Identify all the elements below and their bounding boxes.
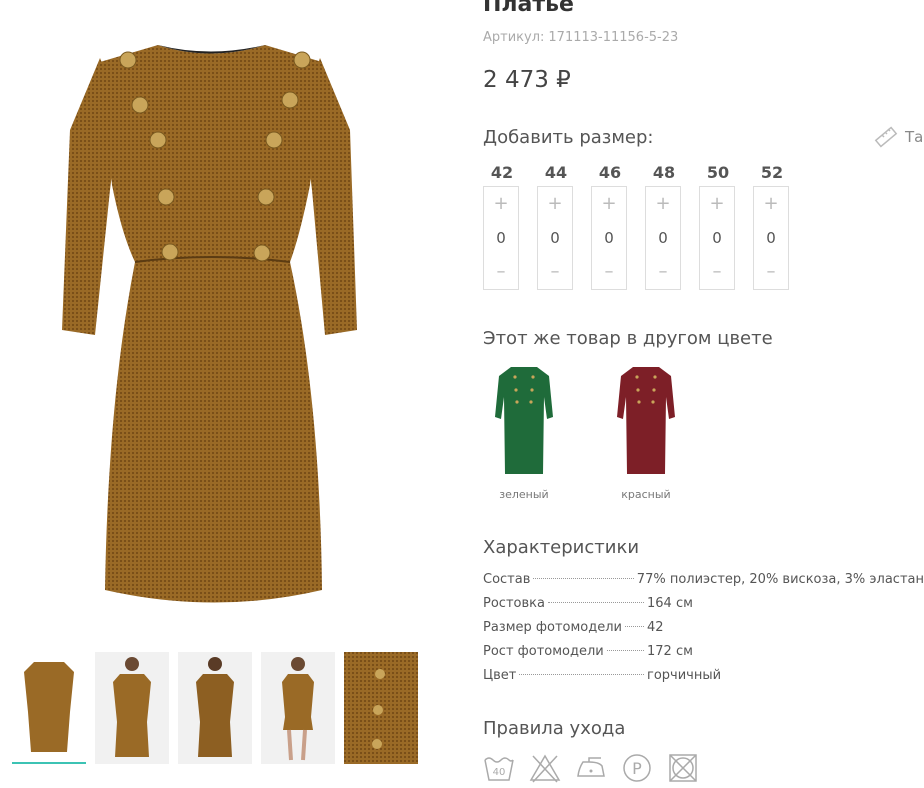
sku-label: Артикул: xyxy=(483,30,545,45)
characteristic-value: 164 см xyxy=(647,596,693,611)
characteristic-key: Состав xyxy=(483,572,531,587)
dress-illustration xyxy=(62,45,357,603)
dryclean-letter: P xyxy=(632,759,642,778)
green-dress-image xyxy=(495,367,553,474)
quantity-stepper: + 0 – xyxy=(753,186,789,290)
characteristic-row: Состав 77% полиэстер, 20% вискоза, 3% эл… xyxy=(483,570,924,594)
quantity-stepper: + 0 – xyxy=(537,186,573,290)
decrease-button[interactable]: – xyxy=(700,259,734,285)
size-52: 52 + 0 – xyxy=(753,162,791,290)
dry-clean-p-icon: P xyxy=(623,754,651,782)
increase-button[interactable]: + xyxy=(646,191,680,217)
increase-button[interactable]: + xyxy=(592,191,626,217)
color-name: зеленый xyxy=(499,488,549,501)
leader-dots xyxy=(625,626,644,627)
main-product-image[interactable] xyxy=(0,0,428,640)
product-title: Платье xyxy=(483,0,574,17)
characteristic-row: Размер фотомодели 42 xyxy=(483,618,924,642)
characteristic-value: 77% полиэстер, 20% вискоза, 3% эластан xyxy=(636,572,924,587)
characteristic-key: Ростовка xyxy=(483,596,545,611)
increase-button[interactable]: + xyxy=(484,191,518,217)
product-sku: Артикул: 171113-11156-5-23 xyxy=(483,30,678,45)
characteristic-row: Рост фотомодели 172 см xyxy=(483,642,924,666)
color-variant-green[interactable]: зеленый xyxy=(483,362,565,501)
increase-button[interactable]: + xyxy=(538,191,572,217)
size-selector: 42 + 0 – 44 + 0 – 46 + 0 – 48 + 0 – 50 +… xyxy=(483,162,791,290)
characteristic-value: горчичный xyxy=(647,668,722,683)
thumbnail-5[interactable] xyxy=(344,652,418,764)
decrease-button[interactable]: – xyxy=(538,259,572,285)
size-label: 46 xyxy=(598,163,622,182)
wash-40-icon: 40 xyxy=(484,757,514,781)
other-colors-list: зеленый красный xyxy=(483,362,687,501)
quantity-value[interactable]: 0 xyxy=(604,229,614,247)
thumbnail-1[interactable] xyxy=(12,652,86,764)
quantity-stepper: + 0 – xyxy=(699,186,735,290)
iron-low-icon xyxy=(577,757,605,777)
size-table-label: Та xyxy=(905,128,924,146)
size-label: 48 xyxy=(652,163,676,182)
increase-button[interactable]: + xyxy=(700,191,734,217)
care-icons: 40 P xyxy=(483,752,699,784)
red-dress-image xyxy=(617,367,675,474)
leader-dots xyxy=(519,674,644,675)
size-label: 42 xyxy=(490,163,514,182)
characteristic-key: Цвет xyxy=(483,668,517,683)
leader-dots xyxy=(606,650,644,651)
size-label: 50 xyxy=(706,163,730,182)
size-44: 44 + 0 – xyxy=(537,162,575,290)
color-name: красный xyxy=(621,488,671,501)
quantity-value[interactable]: 0 xyxy=(712,229,722,247)
product-price: 2 473 ₽ xyxy=(483,67,571,93)
size-46: 46 + 0 – xyxy=(591,162,629,290)
characteristics-heading: Характеристики xyxy=(483,537,640,558)
other-colors-heading: Этот же товар в другом цвете xyxy=(483,328,773,349)
quantity-value[interactable]: 0 xyxy=(766,229,776,247)
sku-value: 171113-11156-5-23 xyxy=(548,30,679,45)
no-tumble-dry-icon xyxy=(669,754,697,782)
wash-temp: 40 xyxy=(493,767,506,778)
characteristic-key: Размер фотомодели xyxy=(483,620,623,635)
decrease-button[interactable]: – xyxy=(484,259,518,285)
thumbnail-strip xyxy=(12,652,418,764)
care-heading: Правила ухода xyxy=(483,718,626,739)
characteristics-list: Состав 77% полиэстер, 20% вискоза, 3% эл… xyxy=(483,570,924,690)
quantity-stepper: + 0 – xyxy=(591,186,627,290)
decrease-button[interactable]: – xyxy=(592,259,626,285)
no-bleach-icon xyxy=(529,754,561,783)
quantity-stepper: + 0 – xyxy=(645,186,681,290)
quantity-value[interactable]: 0 xyxy=(550,229,560,247)
thumbnail-4[interactable] xyxy=(261,652,335,764)
increase-button[interactable]: + xyxy=(754,191,788,217)
thumbnail-3[interactable] xyxy=(178,652,252,764)
size-42: 42 + 0 – xyxy=(483,162,521,290)
characteristic-value: 172 см xyxy=(647,644,693,659)
thumbnail-2[interactable] xyxy=(95,652,169,764)
quantity-value[interactable]: 0 xyxy=(496,229,506,247)
add-size-heading: Добавить размер: xyxy=(483,127,654,148)
quantity-value[interactable]: 0 xyxy=(658,229,668,247)
size-label: 44 xyxy=(544,163,568,182)
quantity-stepper: + 0 – xyxy=(483,186,519,290)
color-variant-red[interactable]: красный xyxy=(605,362,687,501)
characteristic-row: Цвет горчичный xyxy=(483,666,924,690)
size-label: 52 xyxy=(760,163,784,182)
size-50: 50 + 0 – xyxy=(699,162,737,290)
size-table-link[interactable]: Та xyxy=(873,124,923,150)
decrease-button[interactable]: – xyxy=(646,259,680,285)
characteristic-row: Ростовка 164 см xyxy=(483,594,924,618)
leader-dots xyxy=(533,578,634,579)
decrease-button[interactable]: – xyxy=(754,259,788,285)
size-48: 48 + 0 – xyxy=(645,162,683,290)
characteristic-value: 42 xyxy=(647,620,664,635)
ruler-icon xyxy=(874,126,898,148)
leader-dots xyxy=(547,602,644,603)
characteristic-key: Рост фотомодели xyxy=(483,644,604,659)
